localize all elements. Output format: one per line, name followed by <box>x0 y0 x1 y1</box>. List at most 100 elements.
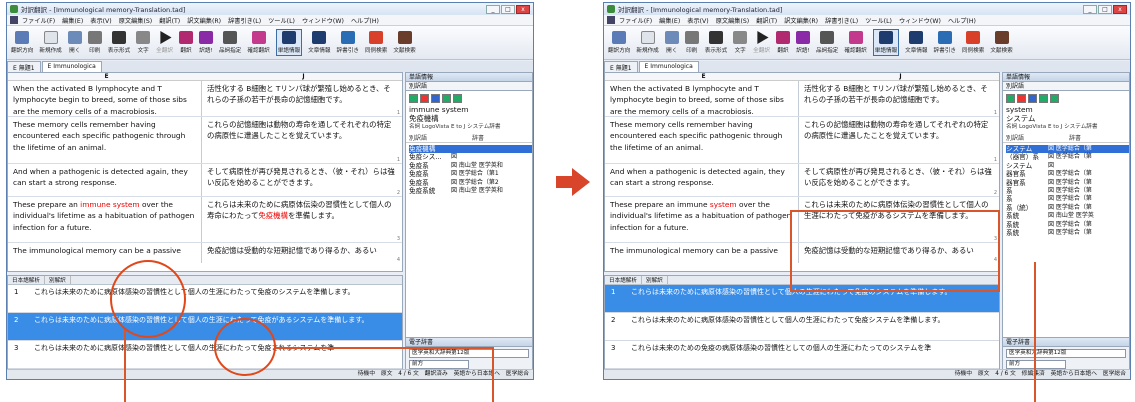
table-row[interactable]: When the activated B lymphocyte and T ly… <box>605 81 999 117</box>
new-button[interactable]: 新規作成 <box>636 31 659 54</box>
table-row[interactable]: And when a pathogenic is detected again,… <box>8 164 402 197</box>
target-cell[interactable]: そして病原性が再び発見されるとき、（彼・それ）らは強い反応を始めることができます… <box>799 164 999 196</box>
source-cell[interactable]: When the activated B lymphocyte and T ly… <box>8 81 202 116</box>
source-cell[interactable]: These prepare an immune system over the … <box>605 197 799 242</box>
target-cell[interactable]: これらの記憶細胞は動物の寿命を通してそれぞれの特定の病原性に遭遇したことを覚えて… <box>799 117 999 163</box>
highlight-system[interactable]: system <box>113 200 140 209</box>
list-item[interactable]: 器官系図 医学総合（第 <box>1006 179 1129 187</box>
tab-japanese-analysis[interactable]: 日本語解析 <box>605 276 642 284</box>
table-row[interactable]: These prepare an immune system over the … <box>8 197 402 243</box>
list-item[interactable]: 系統図 南山堂 医学英 <box>1006 212 1129 220</box>
open-button[interactable]: 開く <box>67 31 82 54</box>
menu-source-edit[interactable]: 原文編集(S) <box>716 16 750 25</box>
target-cell[interactable]: これらは未来のために病原体伝染の習慣性として個人の生涯にわたって免疫があるシステ… <box>799 197 999 242</box>
font-button[interactable]: 文字 <box>136 31 151 54</box>
list-item[interactable]: 免疫系図 南山堂 医学英和 <box>409 162 532 170</box>
menu-target-edit[interactable]: 訳文編集(R) <box>784 16 818 25</box>
menu-edit[interactable]: 編集(E) <box>659 16 680 25</box>
minimize-button[interactable]: _ <box>1083 4 1097 14</box>
dict-lookup-button[interactable]: 辞書引き <box>337 31 359 54</box>
print-button[interactable]: 印刷 <box>684 31 699 54</box>
display-format-button[interactable]: 表示形式 <box>108 31 130 54</box>
down-icon[interactable] <box>1050 93 1059 103</box>
source-cell[interactable]: These memory cells remember having encou… <box>605 117 799 163</box>
tab-alt-translation[interactable]: 別解訳 <box>642 276 668 284</box>
dictionary-select[interactable]: 医学英和大辞典第12版 <box>409 349 529 358</box>
word-info-button[interactable]: 単語情報 <box>275 29 303 56</box>
source-cell[interactable]: When the activated B lymphocyte and T ly… <box>605 81 799 116</box>
alt-translate-button[interactable]: 訳語! <box>795 31 810 54</box>
display-format-button[interactable]: 表示形式 <box>705 31 727 54</box>
menu-tools[interactable]: ツール(L) <box>268 16 295 25</box>
font-button[interactable]: 文字 <box>733 31 748 54</box>
table-row[interactable]: These memory cells remember having encou… <box>8 117 402 164</box>
list-item[interactable]: 1 これらは未来のために病原体感染の習慣性として個人の生涯にわたって免疫のシステム… <box>8 285 402 313</box>
table-row[interactable]: The immunological memory can be a passiv… <box>605 243 999 263</box>
source-cell[interactable]: These prepare an immune system over the … <box>8 197 202 242</box>
list-item[interactable]: 免疫シス... 図 <box>409 153 532 161</box>
source-cell[interactable]: And when a pathogenic is detected again,… <box>8 164 202 196</box>
menu-target-edit[interactable]: 訳文編集(R) <box>187 16 221 25</box>
search-mode-select[interactable]: 前方 <box>1006 360 1066 369</box>
sentence-info-button[interactable]: 文章情報 <box>308 31 331 54</box>
list-item[interactable]: 免疫系図 医学総合（第2 <box>409 179 532 187</box>
source-cell[interactable]: The immunological memory can be a passiv… <box>605 243 799 263</box>
list-item[interactable]: 系（統）図 医学総合（第 <box>1006 204 1129 212</box>
list-item[interactable]: 系統図 医学総合（第 <box>1006 229 1129 237</box>
menu-edit[interactable]: 編集(E) <box>62 16 83 25</box>
edit-icon[interactable] <box>431 93 440 103</box>
translate-all-button[interactable]: 全翻訳 <box>753 31 770 54</box>
menu-view[interactable]: 表示(V) <box>687 16 708 25</box>
confirm-translate-button[interactable]: 確認翻訳 <box>844 31 867 54</box>
menu-translate[interactable]: 翻訳(T) <box>756 16 777 25</box>
up-icon[interactable] <box>1039 93 1048 103</box>
table-row[interactable]: The immunological memory can be a passiv… <box>8 243 402 263</box>
tab-alt-translation[interactable]: 別解訳 <box>45 276 71 284</box>
open-button[interactable]: 開く <box>664 31 679 54</box>
search-mode-select[interactable]: 前方 <box>409 360 469 369</box>
list-item[interactable]: 2 これらは未来のために病原体感染の習慣性として個人の生涯にわたって免疫システムを… <box>605 313 999 341</box>
example-search-button[interactable]: 同例検索 <box>962 31 984 54</box>
menu-file[interactable]: ファイル(F) <box>619 16 652 25</box>
menu-file[interactable]: ファイル(F) <box>22 16 55 25</box>
confirm-translate-button[interactable]: 確認翻訳 <box>247 31 270 54</box>
target-cell[interactable]: 免疫記憶は受動的な短期記憶であり得るか、あるい <box>799 243 999 263</box>
pos-button[interactable]: 品詞指定 <box>816 31 838 54</box>
target-cell[interactable]: 活性化する B細胞と Tリンパ球が繁殖し始めるとき、それらの子孫の若干が長命の記… <box>799 81 999 116</box>
list-item[interactable]: 器官系図 医学総合（第 <box>1006 170 1129 178</box>
alt-translate-button[interactable]: 訳語! <box>198 31 213 54</box>
tab-japanese-analysis[interactable]: 日本語解析 <box>8 276 45 284</box>
translate-button[interactable]: 翻訳 <box>775 31 790 54</box>
dict-lookup-button[interactable]: 辞書引き <box>934 31 956 54</box>
menu-window[interactable]: ウィンドウ(W) <box>899 16 941 25</box>
table-row[interactable]: When the activated B lymphocyte and T ly… <box>8 81 402 117</box>
list-item[interactable]: 3 これらは未来のために病原体感染の習慣性として個人の生涯にわたって免疫されるシス… <box>8 341 402 369</box>
table-row[interactable]: These memory cells remember having encou… <box>605 117 999 164</box>
close-button[interactable]: x <box>1113 4 1127 14</box>
table-row[interactable]: And when a pathogenic is detected again,… <box>605 164 999 197</box>
edit-icon[interactable] <box>1028 93 1037 103</box>
maximize-button[interactable]: □ <box>1098 4 1112 14</box>
reference-search-button[interactable]: 文献検索 <box>990 31 1013 54</box>
delete-icon[interactable] <box>1017 93 1026 103</box>
target-cell[interactable]: そして病原性が再び発見されるとき、（彼・それ）らは強い反応を始めることができます… <box>202 164 402 196</box>
tab-immunological[interactable]: E Immunologica <box>638 61 699 72</box>
target-cell[interactable]: これらは未来のために病原体伝染の習慣性として個人の寿命にわたって免疫機構を準備し… <box>202 197 402 242</box>
direction-button[interactable]: 翻訳方向 <box>11 31 33 54</box>
direction-button[interactable]: 翻訳方向 <box>608 31 630 54</box>
highlight-target[interactable]: 免疫機構 <box>258 211 288 220</box>
menu-translate[interactable]: 翻訳(T) <box>159 16 180 25</box>
pos-button[interactable]: 品詞指定 <box>219 31 241 54</box>
tab-immunological[interactable]: E Immunologica <box>41 61 102 72</box>
menu-dictionary[interactable]: 辞書引き(L) <box>228 16 261 25</box>
list-item[interactable]: （器官）系図 医学総合（第 <box>1006 153 1129 161</box>
target-cell[interactable]: これらの記憶細胞は動物の寿命を通してそれぞれの特定の病原性に遭遇したことを覚えて… <box>202 117 402 163</box>
add-icon[interactable] <box>1006 93 1015 103</box>
menu-help[interactable]: ヘルプ(H) <box>948 16 976 25</box>
list-item[interactable]: 免疫系図 医学総合（第1 <box>409 170 532 178</box>
menu-help[interactable]: ヘルプ(H) <box>351 16 379 25</box>
menu-window[interactable]: ウィンドウ(W) <box>302 16 344 25</box>
down-icon[interactable] <box>453 93 462 103</box>
source-cell[interactable]: The immunological memory can be a passiv… <box>8 243 202 263</box>
highlight-immune[interactable]: immune <box>80 200 110 209</box>
